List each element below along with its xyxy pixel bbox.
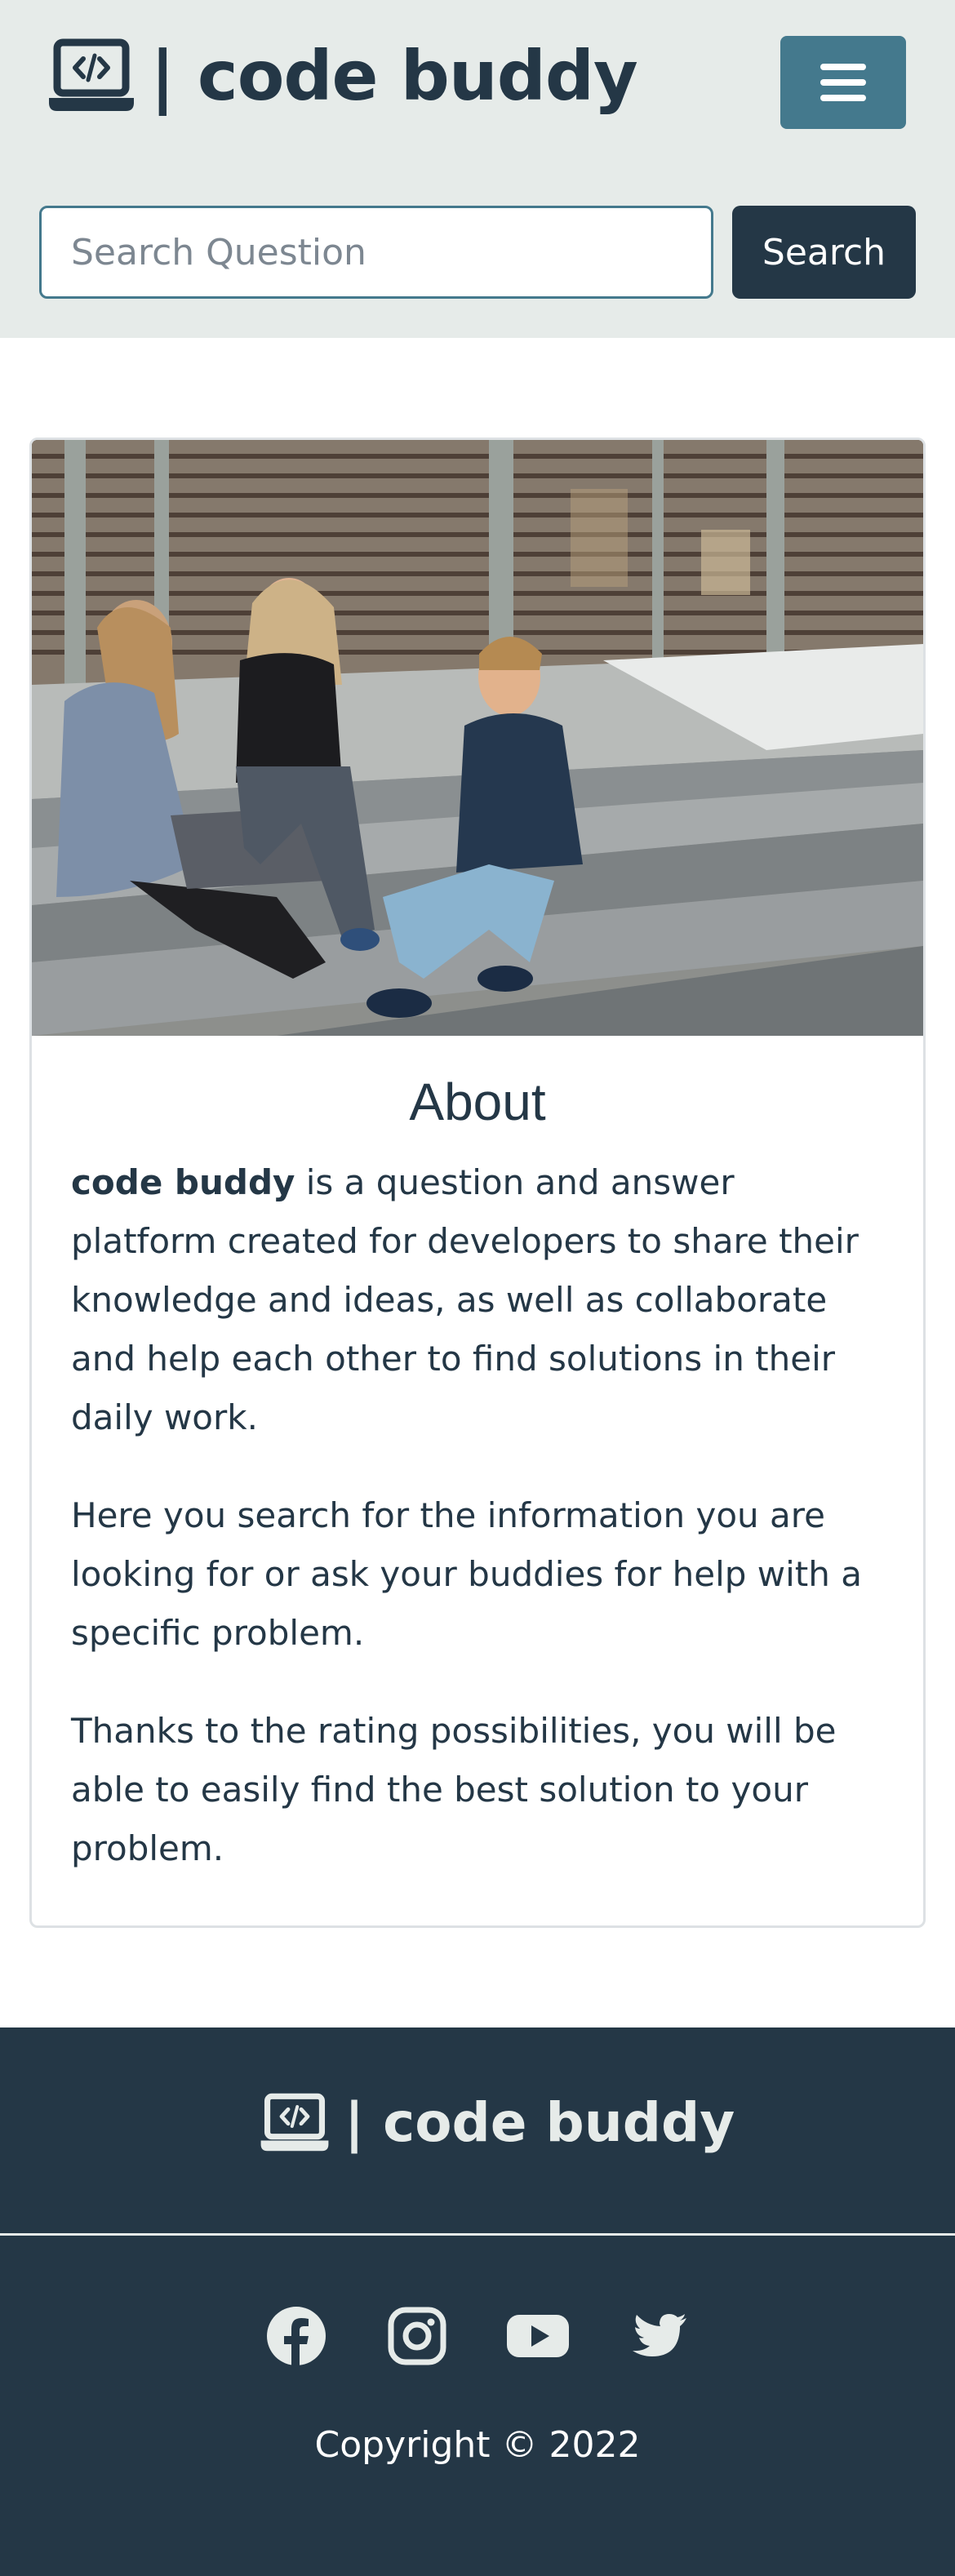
youtube-icon [507, 2315, 569, 2357]
about-title: About [409, 1073, 546, 1131]
laptop-code-icon [49, 38, 134, 111]
about-paragraph-2: Here you search for the information you … [71, 1495, 862, 1653]
about-paragraph-3: Thanks to the rating possibilities, you … [71, 1711, 837, 1868]
about-card: About code buddy is a question and answe… [29, 437, 926, 1928]
hamburger-menu-icon [820, 64, 866, 101]
instagram-icon [388, 2307, 446, 2365]
facebook-icon [267, 2307, 326, 2367]
youtube-link[interactable] [507, 2305, 569, 2367]
site-header: | code buddy Search [0, 0, 955, 338]
about-paragraph-1: code buddy is a question and answer plat… [71, 1153, 884, 1447]
search-input[interactable] [39, 206, 713, 299]
facebook-link[interactable] [265, 2305, 327, 2367]
laptop-code-icon [260, 2093, 329, 2152]
site-footer: | code buddy Copyright © 2022 [0, 2027, 955, 2576]
social-links [0, 2305, 955, 2367]
footer-brand-name: | code buddy [344, 2091, 735, 2154]
copyright-text: Copyright © 2022 [314, 2424, 641, 2466]
brand-link[interactable]: | code buddy [47, 36, 638, 116]
about-card-body: About code buddy is a question and answe… [32, 1036, 923, 1878]
footer-divider [0, 2233, 955, 2236]
twitter-icon [633, 2314, 686, 2356]
brand-name: | code buddy [150, 36, 638, 116]
about-paragraph-1-text: is a question and answer platform create… [71, 1162, 859, 1437]
about-brand-bold: code buddy [71, 1162, 295, 1202]
instagram-link[interactable] [386, 2305, 448, 2367]
footer-brand-link[interactable]: | code buddy [260, 2091, 735, 2155]
search-button[interactable]: Search [732, 206, 916, 299]
twitter-link[interactable] [628, 2305, 690, 2367]
about-photo [32, 440, 923, 1036]
hamburger-menu-button[interactable] [780, 36, 906, 129]
